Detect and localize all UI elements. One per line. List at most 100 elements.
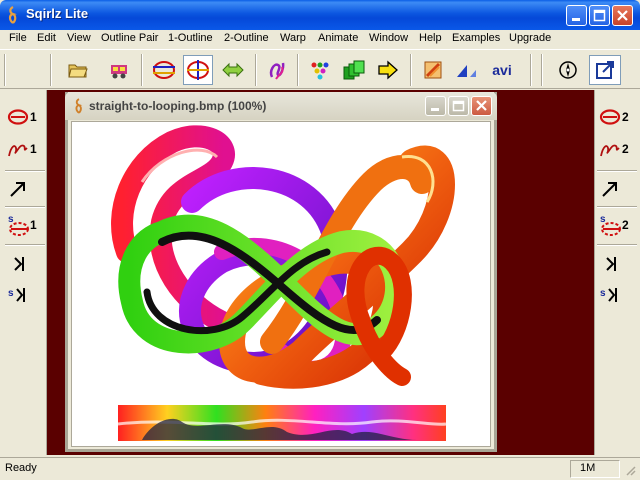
outline-1-button[interactable] [149, 55, 179, 85]
s-skip-tool-right[interactable]: s [599, 282, 637, 308]
s-letter: s [8, 214, 14, 225]
menu-animate[interactable]: Animate [318, 32, 358, 44]
open-button[interactable] [63, 55, 93, 85]
toolbar-separator [50, 54, 52, 86]
diagonal-arrow-icon [10, 182, 25, 197]
menu-help[interactable]: Help [419, 32, 442, 44]
outline-2-count: 2 [622, 110, 629, 124]
s-skip-end-icon: s [8, 288, 25, 302]
s-outline-1-count: 1 [30, 218, 37, 232]
doc-close-button[interactable] [471, 96, 492, 116]
compass-button[interactable] [553, 55, 583, 85]
maximize-icon [452, 100, 465, 112]
load-pair-button[interactable] [105, 55, 135, 85]
title-bar[interactable]: Sqirlz Lite [0, 0, 640, 30]
outline-1-icon [153, 61, 175, 79]
frames-button[interactable] [339, 55, 369, 85]
toolbar-separator [297, 54, 299, 86]
diagonal-arrow-icon [602, 182, 617, 197]
s-outline-2-tool[interactable]: s 2 [599, 212, 637, 238]
menu-warp[interactable]: Warp [280, 32, 306, 44]
minimize-icon [431, 108, 439, 111]
dots-icon [311, 62, 329, 80]
doc-maximize-button[interactable] [448, 96, 469, 116]
swap-button[interactable] [218, 55, 248, 85]
toolbar-separator [255, 54, 257, 86]
doc-minimize-button[interactable] [425, 96, 446, 116]
menu-outline-pair[interactable]: Outline Pair [101, 32, 158, 44]
squirrel-icon [8, 6, 17, 24]
arrow-tool-left[interactable] [7, 176, 45, 202]
maximize-button[interactable] [589, 5, 610, 26]
triangle-icon [457, 65, 476, 77]
status-bar: Ready 1M [0, 457, 640, 480]
squirrel-icon [75, 98, 83, 114]
arrow-tool-right[interactable] [599, 176, 637, 202]
outline-2-tool[interactable]: 2 [599, 104, 637, 130]
s-outline-2-count: 2 [622, 218, 629, 232]
resize-grip-icon[interactable] [624, 464, 636, 476]
toolbar: avi [0, 49, 640, 89]
menu-upgrade[interactable]: Upgrade [509, 32, 551, 44]
s-letter: s [8, 288, 14, 299]
frames-icon [343, 60, 365, 80]
s-skip-end-icon: s [600, 288, 617, 302]
panel-separator [597, 244, 637, 246]
load-pair-icon [111, 65, 127, 79]
next-button[interactable] [373, 55, 403, 85]
outline-1-tool[interactable]: 1 [7, 104, 45, 130]
outline-1-count: 1 [30, 110, 37, 124]
curve-2-tool[interactable]: 2 [599, 136, 637, 162]
avi-button[interactable]: avi [487, 55, 517, 85]
open-folder-icon [68, 64, 88, 78]
menu-view[interactable]: View [67, 32, 91, 44]
menu-examples[interactable]: Examples [452, 32, 500, 44]
document-title-bar[interactable]: straight-to-looping.bmp (100%) [65, 92, 497, 120]
s-outline-icon: s [8, 214, 29, 236]
menu-window[interactable]: Window [369, 32, 408, 44]
left-tool-panel: 1 1 s 1 s [3, 90, 47, 455]
toolbar-separator [410, 54, 412, 86]
right-tool-panel: 2 2 s 2 s [594, 90, 638, 455]
skip-tool-left[interactable] [7, 251, 45, 277]
brush-icon [424, 61, 442, 79]
toolbar-separator [541, 54, 543, 86]
skip-tool-right[interactable] [599, 251, 637, 277]
status-text: Ready [5, 462, 37, 474]
status-memory: 1M [580, 462, 596, 474]
warp-button[interactable] [262, 55, 292, 85]
panel-separator [597, 170, 637, 172]
curve-icon [600, 144, 620, 157]
outline-2-button[interactable] [183, 55, 213, 85]
points-button[interactable] [305, 55, 335, 85]
curve-2-count: 2 [622, 142, 629, 156]
s-letter: s [600, 214, 606, 225]
close-button[interactable] [612, 5, 633, 26]
panel-separator [597, 206, 637, 208]
morph-button[interactable] [452, 55, 482, 85]
toolbar-separator [141, 54, 143, 86]
toolbar-separator [530, 54, 532, 86]
paint-button[interactable] [418, 55, 448, 85]
curve-icon [8, 144, 28, 157]
menu-edit[interactable]: Edit [37, 32, 56, 44]
minimize-icon [572, 18, 580, 21]
document-title: straight-to-looping.bmp (100%) [89, 99, 267, 113]
menu-bar: File Edit View Outline Pair 1-Outline 2-… [0, 30, 640, 48]
menu-1-outline[interactable]: 1-Outline [168, 32, 213, 44]
swap-arrows-icon [222, 62, 244, 78]
s-skip-tool-left[interactable]: s [7, 282, 45, 308]
avi-icon: avi [492, 62, 512, 78]
export-button[interactable] [589, 55, 621, 85]
panel-separator [5, 170, 45, 172]
export-icon [596, 61, 614, 79]
s-outline-1-tool[interactable]: s 1 [7, 212, 45, 238]
toolbar-grip [4, 54, 6, 86]
curve-1-tool[interactable]: 1 [7, 136, 45, 162]
menu-file[interactable]: File [9, 32, 27, 44]
minimize-button[interactable] [566, 5, 587, 26]
close-icon [476, 100, 487, 111]
window-title: Sqirlz Lite [26, 6, 89, 21]
image-canvas[interactable] [71, 121, 491, 447]
menu-2-outline[interactable]: 2-Outline [224, 32, 269, 44]
